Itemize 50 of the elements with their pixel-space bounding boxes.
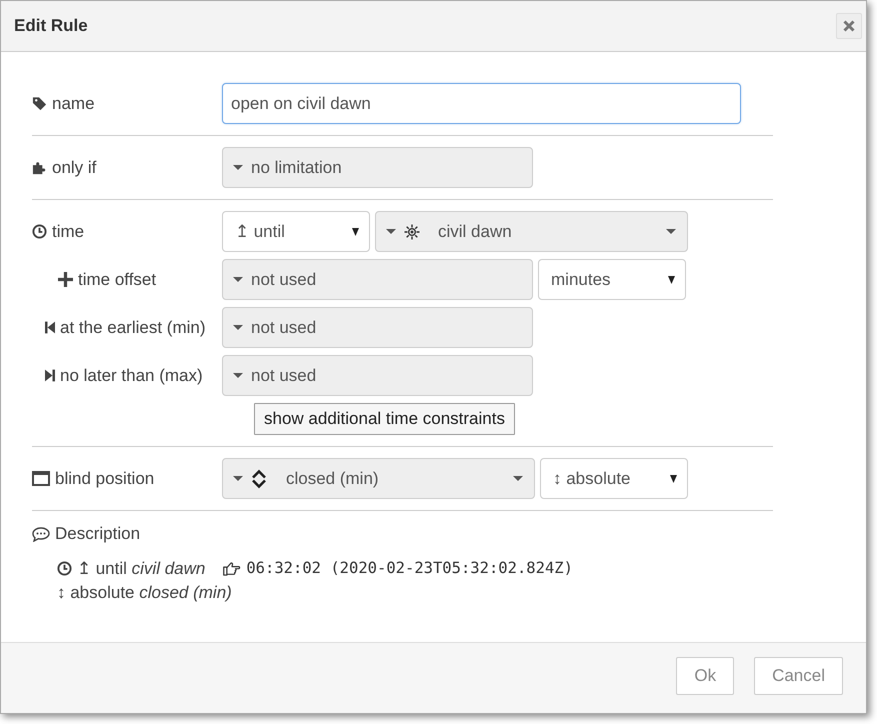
up-down-chevron-icon bbox=[251, 468, 267, 488]
timestamp: 06:32:02 (2020-02-23T05:32:02.824Z) bbox=[246, 559, 573, 577]
caret-icon bbox=[352, 228, 359, 236]
field-label: only if bbox=[52, 158, 96, 178]
description-text: ↕ absolute closed (min) bbox=[57, 583, 232, 603]
text-input[interactable]: open on civil dawn bbox=[222, 83, 741, 124]
caret-icon bbox=[668, 276, 675, 284]
field-label: time offset bbox=[78, 270, 156, 290]
type-dropdown[interactable]: not used bbox=[222, 307, 533, 348]
caret-icon bbox=[386, 229, 396, 234]
caret-icon bbox=[670, 474, 677, 482]
field-label: blind position bbox=[55, 468, 154, 488]
type-dropdown[interactable]: not used bbox=[222, 355, 533, 396]
select-dropdown[interactable]: ↕ absolute bbox=[540, 458, 688, 499]
step-backward-icon bbox=[45, 321, 55, 334]
caret-icon bbox=[233, 325, 243, 330]
caret-icon bbox=[513, 476, 523, 481]
close-icon bbox=[843, 20, 855, 32]
type-dropdown[interactable]: no limitation bbox=[222, 147, 533, 188]
tag-icon bbox=[32, 96, 47, 111]
type-dropdown[interactable]: not used bbox=[222, 259, 533, 300]
caret-icon bbox=[666, 229, 676, 234]
speech-bubble-icon bbox=[32, 526, 50, 542]
type-dropdown[interactable]: civil dawn bbox=[375, 211, 688, 252]
field-label: no later than (max) bbox=[60, 366, 203, 386]
select-dropdown[interactable]: minutes bbox=[538, 259, 686, 300]
clock-icon bbox=[32, 224, 47, 239]
field-label: at the earliest (min) bbox=[60, 318, 206, 338]
caret-icon bbox=[233, 373, 243, 378]
field-label: time bbox=[52, 222, 84, 242]
description-heading: Description bbox=[55, 524, 140, 544]
puzzle-piece-icon bbox=[32, 160, 47, 175]
window-icon bbox=[32, 471, 50, 486]
select-dropdown[interactable]: ↥ until bbox=[222, 211, 370, 252]
close-button[interactable] bbox=[836, 13, 862, 39]
ok-button[interactable]: Ok bbox=[676, 657, 734, 695]
clock-icon bbox=[57, 560, 72, 576]
caret-icon bbox=[233, 476, 243, 481]
step-forward-icon bbox=[45, 369, 55, 382]
cancel-button[interactable]: Cancel bbox=[754, 657, 843, 695]
window-title: Edit Rule bbox=[14, 16, 88, 36]
show-constraints-button[interactable]: show additional time constraints bbox=[254, 403, 515, 435]
type-dropdown[interactable]: closed (min) bbox=[222, 458, 535, 499]
field-label: name bbox=[52, 94, 95, 114]
description-text: ↥ until civil dawn bbox=[77, 558, 206, 578]
pointing-hand-icon bbox=[223, 560, 242, 576]
sun-icon bbox=[404, 224, 420, 240]
caret-icon bbox=[233, 165, 243, 170]
caret-icon bbox=[233, 277, 243, 282]
plus-icon bbox=[58, 272, 73, 287]
